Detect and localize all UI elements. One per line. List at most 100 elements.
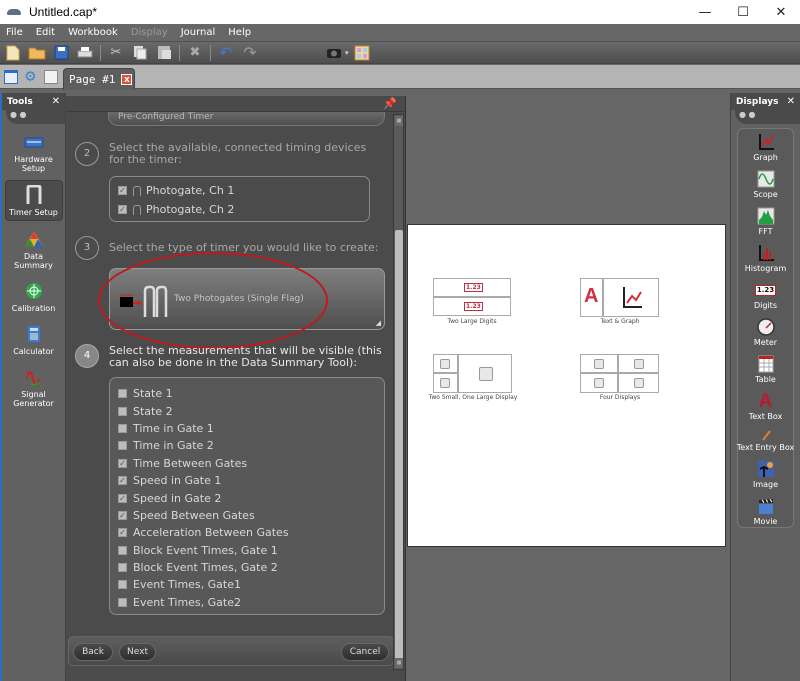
measurement-checkbox[interactable]: ✓ <box>118 510 127 520</box>
open-folder-icon[interactable] <box>28 44 46 62</box>
measurement-row[interactable]: Time in Gate 2 <box>110 437 384 454</box>
cancel-button[interactable]: Cancel <box>341 643 389 661</box>
measurement-checkbox[interactable] <box>118 563 127 573</box>
device-row[interactable]: ✓ Photogate, Ch 1 <box>110 181 369 200</box>
measurement-checkbox[interactable]: ✓ <box>118 528 127 538</box>
menu-workbook[interactable]: Workbook <box>68 27 118 38</box>
layout-text-and-graph[interactable]: A Text & Graph <box>580 278 659 325</box>
undo-icon[interactable]: ↶ <box>217 43 235 62</box>
measurement-row[interactable]: ✓ Speed in Gate 1 <box>110 472 384 489</box>
device-checkbox[interactable]: ✓ <box>118 205 127 214</box>
maximize-button[interactable]: ☐ <box>724 0 762 24</box>
display-text-box[interactable]: A Text Box <box>738 392 793 422</box>
save-icon[interactable] <box>52 44 70 62</box>
tab-page-1[interactable]: Page #1 x <box>63 68 135 90</box>
gear-icon[interactable]: ⚙ <box>24 70 38 84</box>
app-icon <box>7 9 21 15</box>
copy-icon[interactable] <box>131 44 149 62</box>
measurement-row[interactable]: Block Event Times, Gate 2 <box>110 559 384 576</box>
page-thumbnail-icon[interactable] <box>44 70 58 84</box>
display-histogram[interactable]: Histogram <box>738 244 793 273</box>
measurement-label: Speed in Gate 1 <box>133 474 222 488</box>
measurement-checkbox[interactable] <box>118 406 127 416</box>
wizard-header: 📌 <box>66 96 405 112</box>
new-file-icon[interactable] <box>4 44 22 62</box>
measurements-box: State 1 State 2 Time in Gate 1 Time in Gate… <box>109 377 385 615</box>
scrollbar-thumb[interactable] <box>395 230 403 660</box>
measurement-row[interactable]: ✓ Time Between Gates <box>110 455 384 472</box>
next-button[interactable]: Next <box>119 643 156 661</box>
measurement-row[interactable]: ✓ Acceleration Between Gates <box>110 524 384 541</box>
close-tab-icon[interactable]: x <box>121 74 133 85</box>
scroll-up-arrow[interactable]: ■ <box>395 116 403 126</box>
display-scope[interactable]: Scope <box>738 170 793 199</box>
measurement-row[interactable]: Block Event Times, Gate 1 <box>110 542 384 559</box>
tool-data-summary[interactable]: Data Summary <box>5 225 63 273</box>
dropdown-corner-icon: ◢ <box>375 319 381 327</box>
measurement-row[interactable]: ✓ Speed Between Gates <box>110 507 384 524</box>
measurement-row[interactable]: Time in Gate 1 <box>110 420 384 437</box>
layout-icon[interactable] <box>353 44 371 62</box>
measurement-checkbox[interactable]: ✓ <box>118 458 127 468</box>
measurement-checkbox[interactable] <box>118 545 127 555</box>
tool-calibration[interactable]: Calibration <box>5 277 63 316</box>
panel-toggle-icon[interactable]: ● ● <box>6 110 65 124</box>
layout-four-displays[interactable]: Four Displays <box>580 354 659 401</box>
tool-hardware-setup[interactable]: Hardware Setup <box>5 128 63 176</box>
tool-signal-generator[interactable]: Signal Generator <box>5 363 63 411</box>
scroll-down-arrow[interactable]: ■ <box>395 658 403 668</box>
cut-icon[interactable]: ✂ <box>107 44 125 62</box>
measurement-checkbox[interactable]: ✓ <box>118 476 127 486</box>
back-button[interactable]: Back <box>73 643 113 661</box>
camera-dropdown-icon[interactable]: ▾ <box>345 49 349 57</box>
display-icon <box>440 378 450 388</box>
menu-file[interactable]: File <box>6 27 23 38</box>
print-icon[interactable] <box>76 44 94 62</box>
measurement-label: Speed Between Gates <box>133 508 255 522</box>
minimize-button[interactable]: — <box>686 0 724 24</box>
close-tools-panel-icon[interactable]: ✕ <box>52 96 60 107</box>
redo-icon[interactable]: ↷ <box>241 43 259 62</box>
measurement-row[interactable]: Event Times, Gate1 <box>110 576 384 593</box>
layout-two-large-digits[interactable]: 1.23 1.23 Two Large Digits <box>433 278 511 325</box>
paste-icon[interactable] <box>155 44 173 62</box>
measurement-checkbox[interactable] <box>118 423 127 433</box>
device-checkbox[interactable]: ✓ <box>118 186 127 195</box>
display-meter[interactable]: Meter <box>738 318 793 347</box>
window-icon[interactable] <box>4 70 18 84</box>
layout-two-small-one-large[interactable]: Two Small, One Large Display <box>429 354 517 401</box>
delete-icon[interactable]: ✖ <box>186 44 204 62</box>
tools-panel-header: Tools ✕ <box>2 93 65 110</box>
measurement-row[interactable]: State 1 <box>110 385 384 402</box>
display-icon <box>594 359 604 369</box>
table-icon <box>757 355 775 373</box>
device-row[interactable]: ✓ Photogate, Ch 2 <box>110 200 369 219</box>
measurement-checkbox[interactable]: ✓ <box>118 493 127 503</box>
menu-edit[interactable]: Edit <box>36 27 55 38</box>
display-table[interactable]: Table <box>738 355 793 384</box>
timer-mode-dropdown[interactable]: Pre-Configured Timer <box>108 112 385 126</box>
close-button[interactable]: ✕ <box>762 0 800 24</box>
tool-timer-setup[interactable]: Timer Setup <box>4 180 63 221</box>
measurement-checkbox[interactable] <box>118 580 127 590</box>
display-digits[interactable]: 1.23 Digits <box>738 281 793 310</box>
display-graph[interactable]: Graph <box>738 133 793 162</box>
measurement-row[interactable]: State 2 <box>110 402 384 419</box>
panel-toggle-icon[interactable]: ● ● <box>735 110 800 124</box>
wizard-scrollbar[interactable]: ■ ■ <box>393 114 404 670</box>
display-image[interactable]: Image <box>738 460 793 489</box>
measurement-row[interactable]: ✓ Speed in Gate 2 <box>110 489 384 506</box>
display-movie[interactable]: Movie <box>738 497 793 526</box>
tool-calculator[interactable]: Calculator <box>5 320 63 359</box>
pin-icon[interactable]: 📌 <box>383 97 397 110</box>
display-fft[interactable]: FFT <box>738 207 793 236</box>
camera-icon[interactable] <box>325 44 343 62</box>
menu-journal[interactable]: Journal <box>181 27 216 38</box>
display-text-entry-box[interactable]: Text Entry Box <box>732 429 799 452</box>
measurement-checkbox[interactable] <box>118 441 127 451</box>
close-displays-panel-icon[interactable]: ✕ <box>787 96 795 107</box>
menu-help[interactable]: Help <box>228 27 251 38</box>
measurement-checkbox[interactable] <box>118 389 127 399</box>
measurement-checkbox[interactable] <box>118 597 127 607</box>
measurement-row[interactable]: Event Times, Gate2 <box>110 594 384 611</box>
